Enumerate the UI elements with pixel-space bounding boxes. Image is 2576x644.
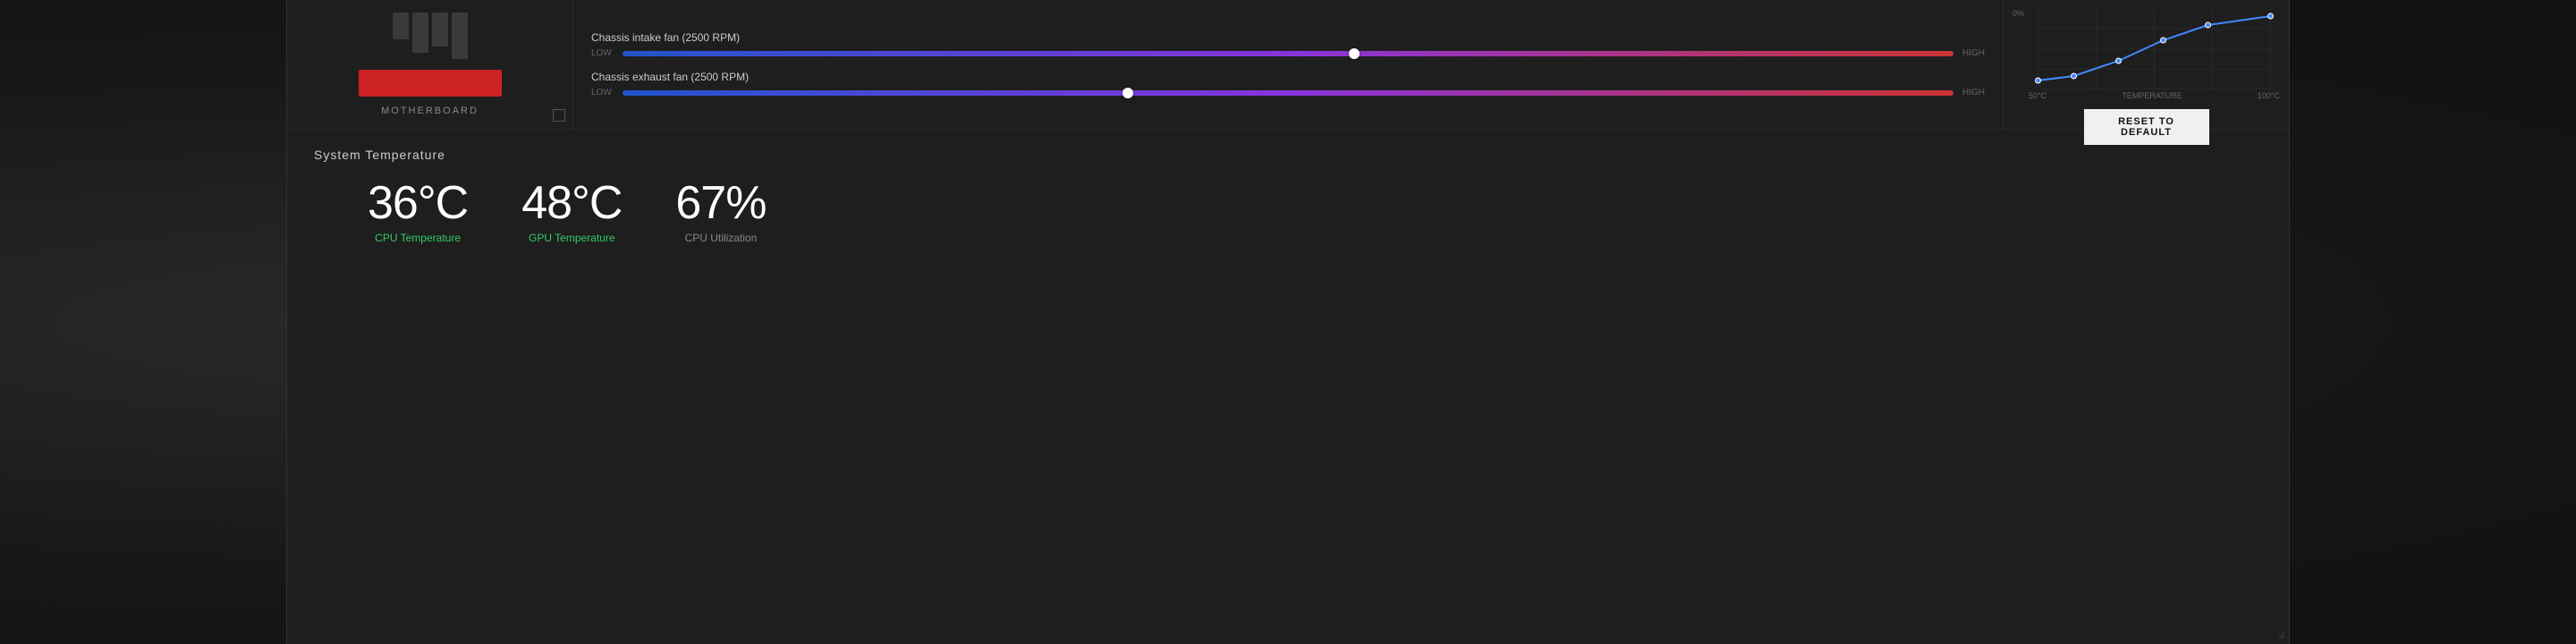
system-temp-title: System Temperature xyxy=(314,148,2262,162)
fan-intake-low: LOW xyxy=(591,48,614,58)
fan-control-intake: Chassis intake fan (2500 RPM) LOW HIGH xyxy=(591,31,1985,58)
fan-control-exhaust: Chassis exhaust fan (2500 RPM) LOW HIGH xyxy=(591,71,1985,97)
fan-intake-slider-row: LOW HIGH xyxy=(591,48,1985,58)
fan-exhaust-track xyxy=(623,90,1953,96)
mb-bars xyxy=(393,13,468,59)
mb-bar-1 xyxy=(393,13,409,39)
fan-intake-label: Chassis intake fan (2500 RPM) xyxy=(591,31,1985,44)
cpu-temp-label: CPU Temperature xyxy=(375,232,461,244)
fan-exhaust-high: HIGH xyxy=(1962,88,1985,97)
fan-intake-thumb[interactable] xyxy=(1349,48,1360,59)
chart-axis-labels: 50°C TEMPERATURE 100°C xyxy=(2029,91,2280,100)
gpu-temp-value: 48°C xyxy=(521,180,622,226)
mb-bar-2 xyxy=(412,13,428,53)
fan-intake-track xyxy=(623,51,1953,56)
top-section: MOTHERBOARD Chassis intake fan (2500 RPM… xyxy=(287,0,2289,130)
system-temp-section: System Temperature 36°C CPU Temperature … xyxy=(287,130,2289,644)
chart-x-max: 100°C xyxy=(2258,91,2280,100)
chart-x-min: 50°C xyxy=(2029,91,2046,100)
chart-x-mid: TEMPERATURE xyxy=(2122,91,2182,100)
reset-to-default-button[interactable]: RESET TO DEFAULT xyxy=(2084,109,2209,145)
metric-cpu-util: 67% CPU Utilization xyxy=(675,180,766,244)
fan-chart xyxy=(2029,9,2280,89)
fan-exhaust-slider-row: LOW HIGH xyxy=(591,88,1985,97)
metric-cpu-temp: 36°C CPU Temperature xyxy=(368,180,468,244)
mb-red-bar xyxy=(359,70,502,97)
chart-section: 0% xyxy=(2003,0,2289,129)
metric-gpu-temp: 48°C GPU Temperature xyxy=(521,180,622,244)
chart-y-label: 0% xyxy=(2012,9,2024,18)
fan-exhaust-low: LOW xyxy=(591,88,614,97)
gpu-temp-label: GPU Temperature xyxy=(529,232,615,244)
motherboard-section: MOTHERBOARD xyxy=(287,0,573,129)
main-panel: MOTHERBOARD Chassis intake fan (2500 RPM… xyxy=(286,0,2290,644)
cpu-temp-value: 36°C xyxy=(368,180,468,226)
fan-exhaust-label: Chassis exhaust fan (2500 RPM) xyxy=(591,71,1985,83)
mb-bar-3 xyxy=(432,13,448,47)
cpu-util-label: CPU Utilization xyxy=(685,232,758,244)
fan-exhaust-slider[interactable] xyxy=(623,90,1953,96)
fan-controls-section: Chassis intake fan (2500 RPM) LOW HIGH C… xyxy=(573,0,2003,129)
fan-exhaust-thumb[interactable] xyxy=(1123,88,1133,98)
temp-metrics: 36°C CPU Temperature 48°C GPU Temperatur… xyxy=(314,180,2262,244)
motherboard-checkbox[interactable] xyxy=(553,109,565,122)
mb-bar-4 xyxy=(452,13,468,59)
motherboard-label: MOTHERBOARD xyxy=(381,106,479,116)
fan-intake-high: HIGH xyxy=(1962,48,1985,58)
cpu-util-value: 67% xyxy=(675,180,766,226)
resize-handle[interactable]: ⊿ xyxy=(2278,631,2285,640)
fan-intake-slider[interactable] xyxy=(623,51,1953,56)
